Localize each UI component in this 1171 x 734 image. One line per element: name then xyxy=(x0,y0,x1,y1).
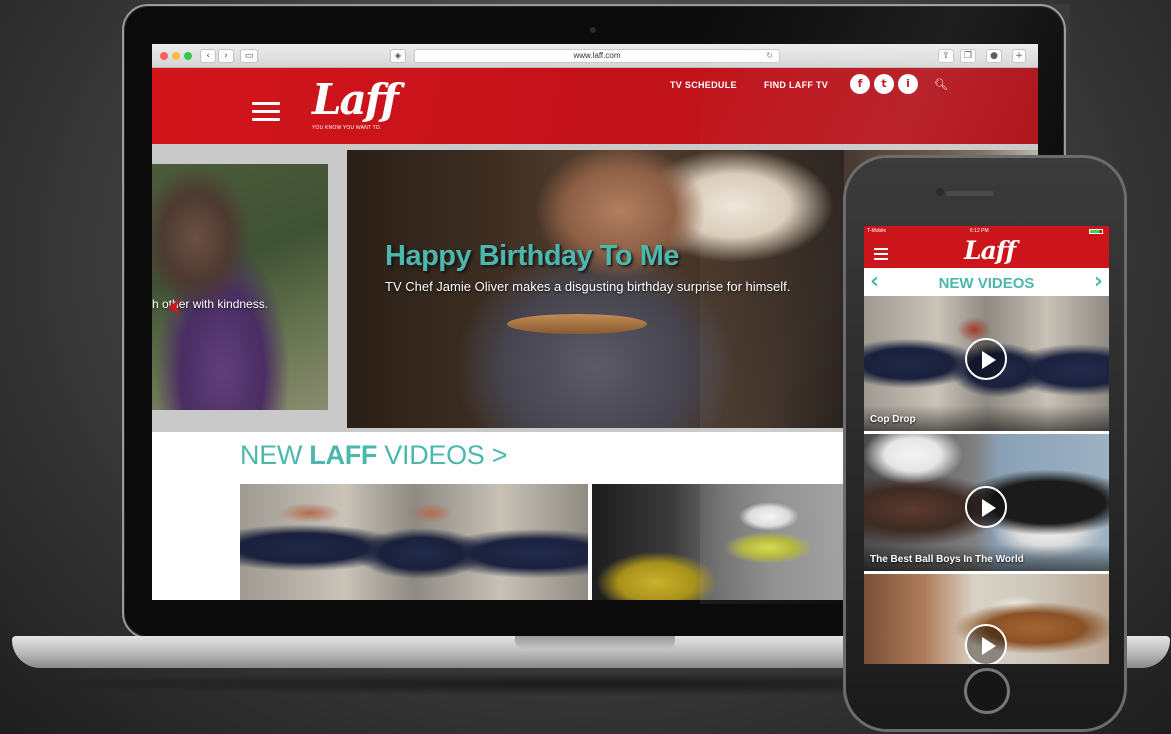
video-card-title: The Best Ball Boys In The World xyxy=(870,554,1024,565)
video-thumbnail[interactable] xyxy=(592,484,852,600)
twitter-icon[interactable]: t xyxy=(874,74,894,94)
previous-slide[interactable]: h other with kindness. xyxy=(152,164,328,410)
status-bar: T-Mobile 6:12 PM xyxy=(864,226,1109,236)
find-laff-tv-link[interactable]: FIND LAFF TV xyxy=(764,80,828,90)
section-switcher: ‹ NEW VIDEOS › xyxy=(864,268,1109,296)
play-icon[interactable] xyxy=(965,486,1007,528)
privacy-shield-icon[interactable]: ◈ xyxy=(390,49,406,63)
site-header: Laff YOU KNOW YOU WANT TO. TV SCHEDULE F… xyxy=(152,68,1038,144)
video-card[interactable]: Cop Drop xyxy=(864,296,1109,431)
minimize-window-button[interactable] xyxy=(172,52,180,60)
video-card[interactable]: The Best Ball Boys In The World xyxy=(864,434,1109,571)
laptop-camera xyxy=(590,27,596,33)
phone-logo[interactable]: Laff xyxy=(964,236,1016,266)
new-videos-heading[interactable]: NEW LAFF VIDEOS > xyxy=(240,440,507,471)
featured-slide[interactable]: Happy Birthday To Me TV Chef Jamie Olive… xyxy=(347,150,844,428)
downloads-icon[interactable]: ● xyxy=(986,49,1002,63)
battery-icon xyxy=(1089,229,1103,234)
play-icon[interactable] xyxy=(965,624,1007,664)
video-thumbnail[interactable] xyxy=(240,484,588,600)
reload-icon[interactable]: ↻ xyxy=(766,50,773,62)
new-tab-button[interactable]: + xyxy=(1012,49,1026,63)
facebook-icon[interactable]: f xyxy=(850,74,870,94)
menu-icon[interactable] xyxy=(252,102,280,121)
plate-image xyxy=(507,314,647,334)
phone-header: Laff xyxy=(864,236,1109,268)
video-card-title: Cop Drop xyxy=(870,414,916,425)
phone-menu-icon[interactable] xyxy=(874,248,888,263)
site-logo[interactable]: Laff xyxy=(312,78,399,122)
featured-title[interactable]: Happy Birthday To Me xyxy=(385,240,680,273)
video-card[interactable] xyxy=(864,574,1109,664)
featured-description: TV Chef Jamie Oliver makes a disgusting … xyxy=(385,279,791,294)
previous-slide-caption: h other with kindness. xyxy=(152,297,269,311)
tabs-icon[interactable]: ❐ xyxy=(960,49,976,63)
sidebar-icon[interactable]: ▭ xyxy=(240,49,258,63)
phone-speaker xyxy=(946,191,994,196)
laptop-notch xyxy=(515,636,675,650)
back-button[interactable]: ‹ xyxy=(200,49,216,63)
home-button[interactable] xyxy=(964,668,1010,714)
instagram-icon[interactable]: i xyxy=(898,74,918,94)
status-time: 6:12 PM xyxy=(970,228,989,234)
browser-toolbar: ‹ › ▭ ◈ www.laff.com ↻ ⇪ ❐ ● + xyxy=(152,44,1038,68)
site-tagline: YOU KNOW YOU WANT TO. xyxy=(312,125,382,131)
chevron-right-icon[interactable]: › xyxy=(1094,270,1103,294)
play-icon[interactable] xyxy=(965,338,1007,380)
address-bar[interactable]: www.laff.com ↻ xyxy=(414,49,780,63)
phone-screen: T-Mobile 6:12 PM Laff ‹ NEW VIDEOS › Cop… xyxy=(864,226,1109,664)
maximize-window-button[interactable] xyxy=(184,52,192,60)
section-title: NEW VIDEOS xyxy=(938,275,1035,292)
forward-button[interactable]: › xyxy=(218,49,234,63)
phone-camera xyxy=(936,188,944,196)
close-window-button[interactable] xyxy=(160,52,168,60)
device-mockup: ‹ › ▭ ◈ www.laff.com ↻ ⇪ ❐ ● + Laff YOU … xyxy=(0,0,1171,734)
carrier-label: T-Mobile xyxy=(867,228,887,234)
share-icon[interactable]: ⇪ xyxy=(938,49,954,63)
url-text: www.laff.com xyxy=(573,51,621,60)
search-icon[interactable]: 🔍︎ xyxy=(934,78,948,91)
tv-schedule-link[interactable]: TV SCHEDULE xyxy=(670,80,737,90)
